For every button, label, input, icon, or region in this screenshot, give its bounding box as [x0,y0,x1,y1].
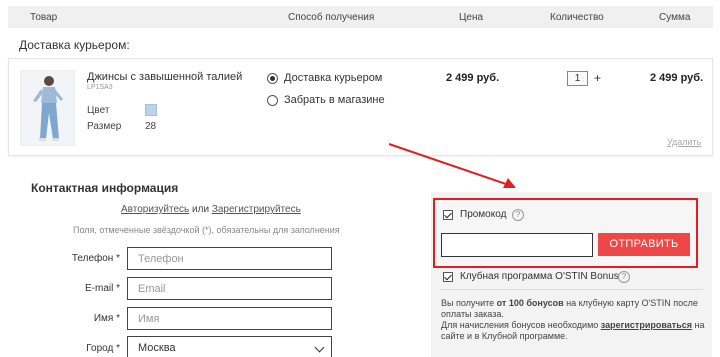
promo-help-icon[interactable]: ? [512,209,524,221]
size-label: Размер [87,121,122,132]
cart-item: Джинсы с завышенной талией LP1SA3 Цвет Р… [8,58,713,156]
header-product: Товар [30,12,58,23]
promo-code-input[interactable] [441,233,593,257]
product-sku: LP1SA3 [87,84,113,91]
bonus-info-line-1: Вы получите от 100 бонусов на клубную ка… [441,298,698,308]
product-image[interactable] [20,70,75,146]
or-text: или [189,204,212,215]
bonus-info-line-2: оплаты заказа. [441,309,504,319]
email-label: E-mail * [84,283,120,294]
phone-label: Телефон * [71,253,120,264]
color-swatch [145,104,157,116]
cart-table-header: Товар Способ получения Цена Количество С… [8,6,713,28]
header-sum: Сумма [659,12,691,23]
required-fields-hint: Поля, отмеченные звёздочкой (*), обязате… [73,225,340,235]
promo-checkbox[interactable] [443,210,453,220]
bonus-amount: от 100 бонусов [496,298,564,308]
bonus-text-part: Вы получите [441,298,497,308]
delivery-courier-radio[interactable] [267,73,278,84]
quantity-input[interactable]: 1 [567,71,588,86]
phone-field[interactable]: Телефон [127,247,332,270]
color-label: Цвет [87,105,110,116]
remove-item-link[interactable]: Удалить [667,137,701,147]
register-link[interactable]: Зарегистрируйтесь [212,204,301,215]
quantity-plus-button[interactable]: + [594,71,601,85]
pickup-store-radio[interactable] [267,95,278,106]
bonus-text-part: на [691,320,705,330]
auth-line: Авторизуйтесь или Зарегистрируйтесь [121,204,301,215]
item-price: 2 499 руб. [446,72,500,84]
email-placeholder: Email [138,283,166,295]
bonus-info-line-3: Для начисления бонусов необходимо зареги… [441,320,704,330]
bonus-divider [440,289,703,290]
name-field[interactable]: Имя [127,307,332,330]
club-bonus-checkbox[interactable] [443,272,453,282]
delivery-section-title: Доставка курьером: [19,38,130,52]
pickup-store-label[interactable]: Забрать в магазине [284,94,385,106]
bonus-info-line-4: сайте и в Клубной программе. [441,331,568,341]
size-value: 28 [145,121,157,132]
city-value: Москва [138,342,176,354]
name-label: Имя * [93,313,120,324]
annotation-arrow-icon [388,143,516,188]
city-label: Город * [86,343,120,354]
email-field[interactable]: Email [127,277,332,300]
header-delivery-method: Способ получения [288,12,375,23]
bonus-text-part: на клубную карту O'STIN после [563,298,698,308]
bonus-register-link[interactable]: зарегистрироваться [601,320,692,330]
promo-label[interactable]: Промокод [460,209,506,220]
bonus-text-part: Для начисления бонусов необходимо [441,320,601,330]
header-price: Цена [459,12,484,23]
header-quantity: Количество [550,12,604,23]
club-bonus-label[interactable]: Клубная программа O'STIN Bonus [460,271,619,282]
item-sum: 2 499 руб. [650,72,704,84]
club-help-icon[interactable]: ? [618,271,630,283]
login-link[interactable]: Авторизуйтесь [121,204,189,215]
city-select[interactable]: Москва [127,336,332,357]
promo-submit-button[interactable]: ОТПРАВИТЬ [598,233,690,256]
contact-info-title: Контактная информация [31,181,179,195]
chevron-down-icon [314,342,325,353]
phone-placeholder: Телефон [138,253,184,265]
name-placeholder: Имя [138,313,160,325]
delivery-courier-label[interactable]: Доставка курьером [284,72,382,84]
product-name[interactable]: Джинсы с завышенной талией [87,71,242,83]
